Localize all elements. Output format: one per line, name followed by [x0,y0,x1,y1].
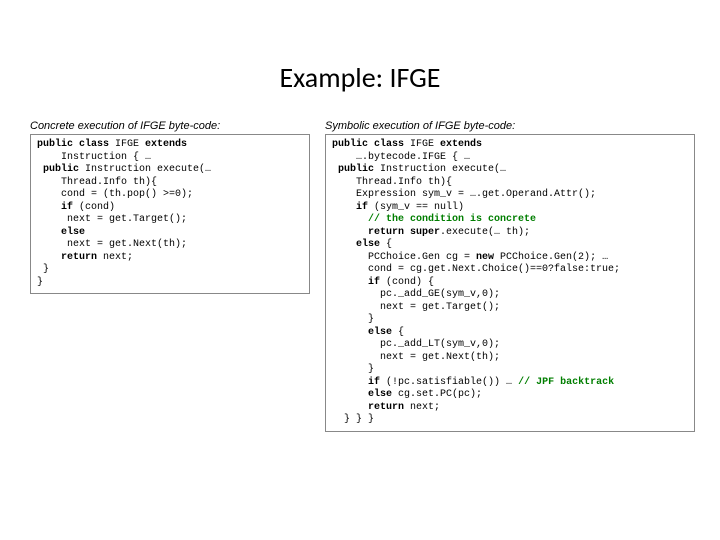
columns: Concrete execution of IFGE byte-code: pu… [30,120,690,432]
right-code: public class IFGE extends ….bytecode.IFG… [325,134,695,432]
right-caption: Symbolic execution of IFGE byte-code: [325,120,695,132]
left-code: public class IFGE extends Instruction { … [30,134,310,294]
slide: Example: IFGE Concrete execution of IFGE… [0,0,720,540]
slide-title: Example: IFGE [30,60,690,95]
left-caption: Concrete execution of IFGE byte-code: [30,120,310,132]
right-column: Symbolic execution of IFGE byte-code: pu… [325,120,695,432]
left-column: Concrete execution of IFGE byte-code: pu… [30,120,310,432]
